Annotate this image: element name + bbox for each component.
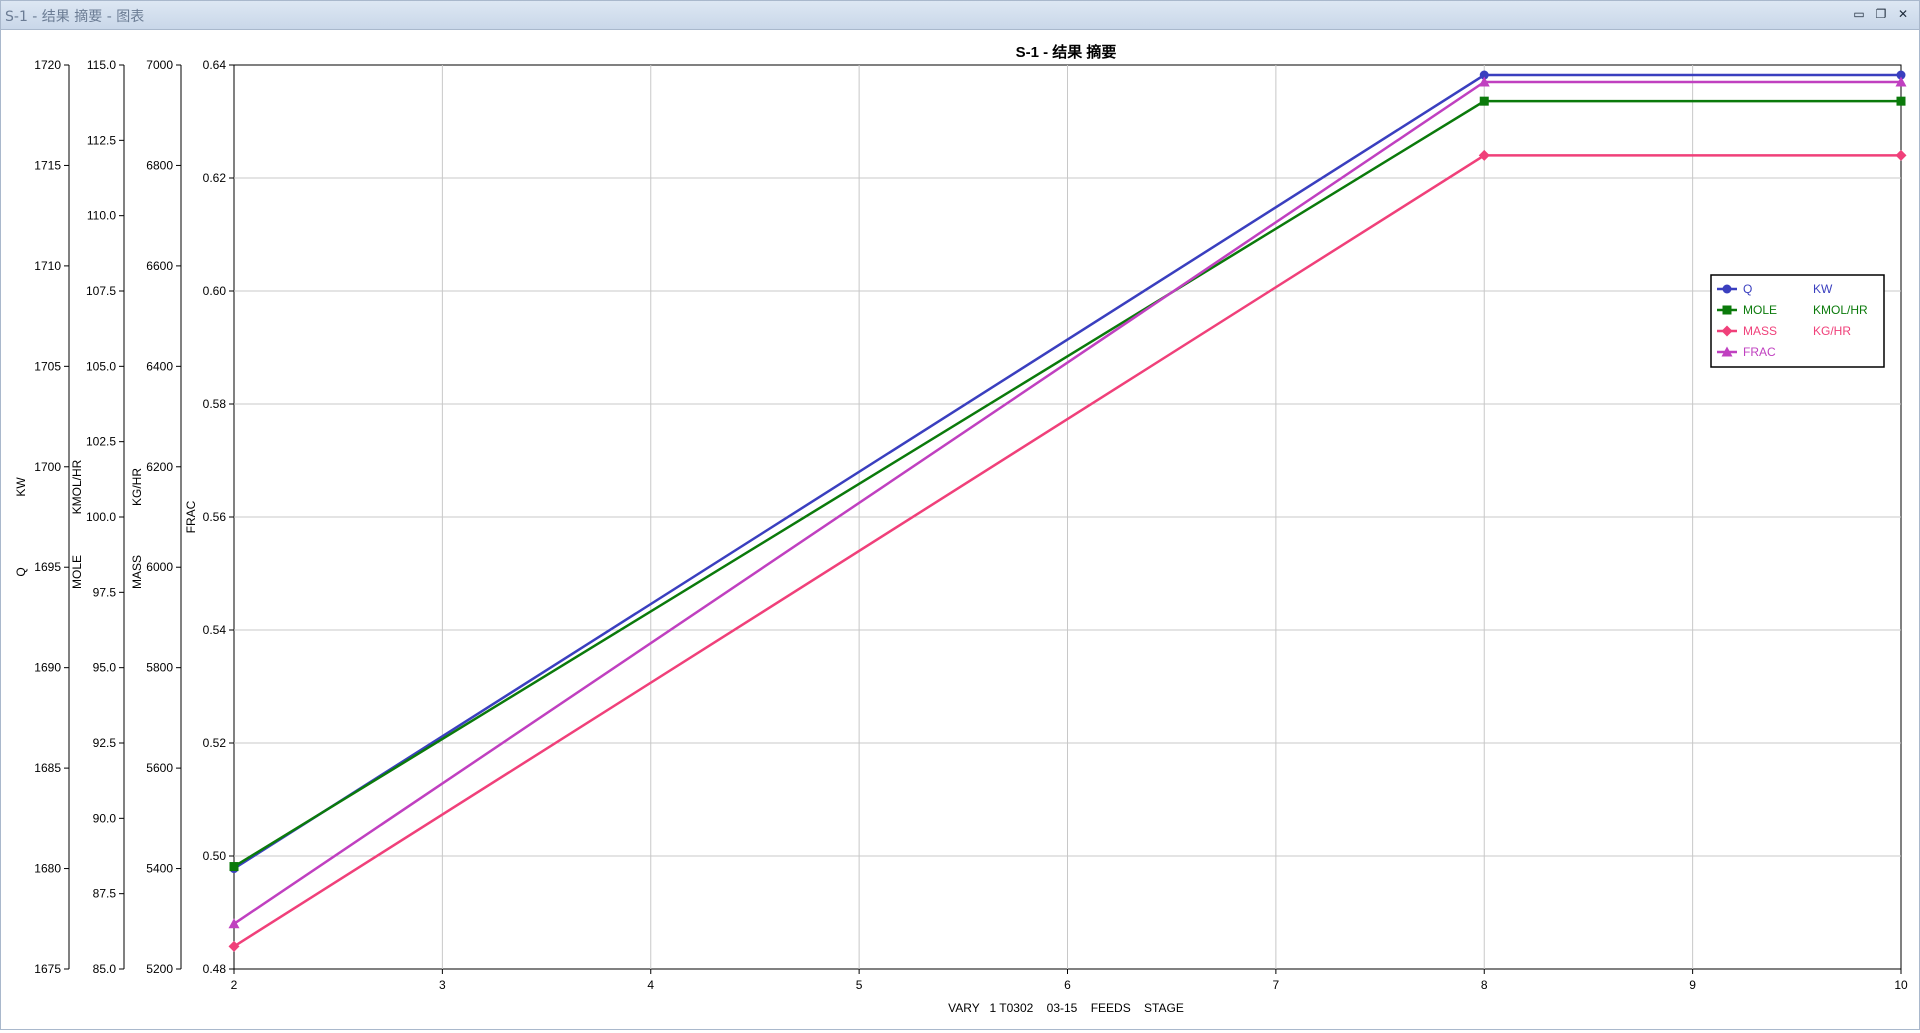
y-tick-label-frac: 0.62 — [203, 171, 227, 185]
y-tick-label-mole: 105.0 — [86, 359, 116, 373]
y-tick-label-frac: 0.56 — [203, 510, 227, 524]
x-axis-label: VARY 1 T0302 03-15 FEEDS STAGE — [948, 1001, 1184, 1015]
x-tick-label: 9 — [1689, 978, 1696, 992]
x-tick-label: 4 — [647, 978, 654, 992]
legend-swatch-marker — [1722, 284, 1732, 294]
close-icon[interactable]: ✕ — [1895, 6, 1911, 22]
y-tick-label-q: 1690 — [34, 661, 61, 675]
legend-unit: KG/HR — [1813, 324, 1851, 338]
y-tick-label-mole: 92.5 — [93, 736, 117, 750]
y-tick-label-mole: 107.5 — [86, 284, 116, 298]
chart-window: S-1 - 结果 摘要 - 图表 ▭ ❐ ✕ 1675 1680 1685 1690 1… — [0, 0, 1920, 1030]
y-tick-label-mass: 6000 — [146, 560, 173, 574]
chart-title: S-1 - 结果 摘要 — [1016, 43, 1117, 61]
y-axis-unit-mass: KG/HR — [130, 468, 144, 506]
x-tick-label: 7 — [1273, 978, 1280, 992]
y-tick-label-q: 1675 — [34, 962, 61, 976]
legend: Q KW MOLE KMOL/HR MASS KG/HR FRAC — [1710, 274, 1885, 368]
chart-area: 1675 1680 1685 1690 1695 1700 1705 1710 1715 1720… — [1, 29, 1919, 1029]
legend-swatch-marker — [1722, 305, 1732, 315]
y-tick-label-q: 1700 — [34, 460, 61, 474]
y-tick-label-mass: 6600 — [146, 259, 173, 273]
y-tick-label-mass: 5600 — [146, 761, 173, 775]
y-axes: 1675 1680 1685 1690 1695 1700 1705 1710 1715 1720… — [14, 58, 234, 976]
y-tick-label-mole: 110.0 — [87, 209, 116, 223]
y-tick-label-q: 1695 — [34, 560, 61, 574]
y-tick-label-mole: 95.0 — [93, 661, 117, 675]
y-tick-label-mole: 100.0 — [86, 510, 116, 524]
y-tick-label-mass: 5800 — [146, 661, 173, 675]
x-tick-label: 2 — [231, 978, 238, 992]
minimize-icon[interactable]: ▭ — [1851, 6, 1867, 22]
legend-label: MASS — [1743, 324, 1777, 338]
data-point-mole — [1479, 96, 1489, 106]
y-tick-label-mole: 102.5 — [86, 435, 116, 449]
legend-label: Q — [1743, 282, 1752, 296]
y-tick-label-q: 1710 — [34, 259, 61, 273]
y-axis-name-frac: FRAC — [184, 500, 198, 533]
data-point-mass — [1895, 149, 1907, 161]
y-tick-label-frac: 0.48 — [203, 962, 227, 976]
y-tick-label-frac: 0.50 — [203, 849, 227, 863]
y-tick-label-frac: 0.54 — [203, 623, 227, 637]
y-tick-label-mass: 5400 — [146, 862, 173, 876]
window-title: S-1 - 结果 摘要 - 图表 — [5, 9, 145, 25]
data-point-mole — [1896, 96, 1906, 106]
y-tick-label-q: 1720 — [34, 58, 61, 72]
y-tick-label-frac: 0.64 — [203, 58, 227, 72]
y-axis-name-mass: MASS — [130, 555, 144, 589]
window-titlebar[interactable]: S-1 - 结果 摘要 - 图表 ▭ ❐ ✕ — [1, 1, 1919, 30]
y-tick-label-mole: 85.0 — [93, 962, 117, 976]
y-axis-unit-q: KW — [14, 477, 28, 497]
x-tick-label: 8 — [1481, 978, 1488, 992]
y-tick-label-mole: 90.0 — [93, 811, 117, 825]
y-tick-label-mole: 87.5 — [93, 887, 117, 901]
x-axis: 2 3 4 5 6 7 8 9 10 — [231, 969, 1908, 992]
y-tick-label-mole: 112.5 — [87, 133, 116, 147]
x-tick-label: 10 — [1894, 978, 1908, 992]
x-tick-label: 3 — [439, 978, 446, 992]
y-tick-label-mole: 115.0 — [87, 58, 116, 72]
legend-label: MOLE — [1743, 303, 1777, 317]
y-tick-label-frac: 0.60 — [203, 284, 227, 298]
y-axis-unit-mole: KMOL/HR — [70, 459, 84, 514]
y-tick-label-mass: 6800 — [146, 158, 173, 172]
restore-icon[interactable]: ❐ — [1873, 6, 1889, 22]
data-point-mole — [229, 862, 239, 872]
y-tick-label-q: 1680 — [34, 862, 61, 876]
y-tick-label-q: 1715 — [34, 158, 61, 172]
y-tick-label-mass: 7000 — [146, 58, 173, 72]
y-axis-name-q: Q — [14, 567, 28, 576]
chart-svg: 1675 1680 1685 1690 1695 1700 1705 1710 1715 1720… — [14, 43, 1908, 1015]
y-tick-label-mass: 6400 — [146, 359, 173, 373]
y-tick-label-mass: 5200 — [146, 962, 173, 976]
x-tick-label: 5 — [856, 978, 863, 992]
y-tick-label-mole: 97.5 — [93, 585, 117, 599]
y-tick-label-frac: 0.52 — [203, 736, 227, 750]
x-tick-label: 6 — [1064, 978, 1071, 992]
y-tick-label-q: 1685 — [34, 761, 61, 775]
y-tick-label-mass: 6200 — [146, 460, 173, 474]
window-controls: ▭ ❐ ✕ — [1851, 6, 1911, 22]
grid-lines — [233, 64, 1902, 970]
legend-label: FRAC — [1743, 345, 1776, 359]
y-tick-label-frac: 0.58 — [203, 397, 227, 411]
y-axis-name-mole: MOLE — [70, 555, 84, 589]
legend-unit: KMOL/HR — [1813, 303, 1868, 317]
legend-unit: KW — [1813, 282, 1833, 296]
y-tick-label-q: 1705 — [34, 359, 61, 373]
